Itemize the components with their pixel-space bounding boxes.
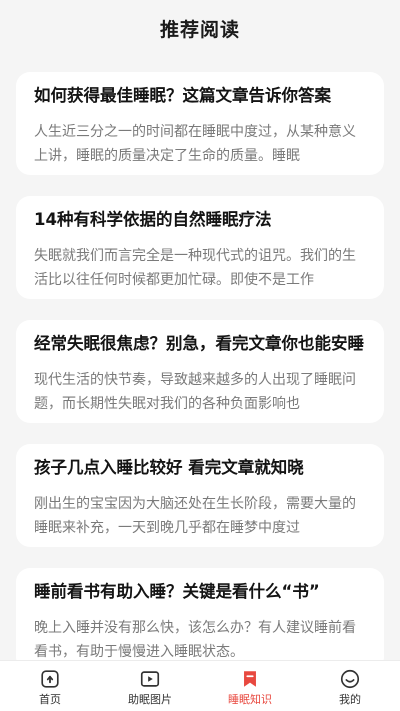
article-title: 孩子几点入睡比较好 看完文章就知晓 bbox=[34, 458, 304, 477]
tab-label: 首页 bbox=[39, 693, 61, 706]
article-list[interactable]: 如何获得最佳睡眠？这篇文章告诉你答案 人生近三分之一的时间都在睡眠中度过，从某种… bbox=[0, 72, 400, 660]
article-card[interactable]: 14种有科学依据的自然睡眠疗法 失眠就我们而言完全是一种现代式的诅咒。我们的生活… bbox=[16, 196, 384, 299]
tab-label: 我的 bbox=[339, 693, 361, 706]
home-icon bbox=[41, 670, 59, 688]
article-title: 如何获得最佳睡眠？这篇文章告诉你答案 bbox=[34, 86, 331, 105]
play-icon bbox=[140, 671, 160, 687]
tab-sleep-images[interactable]: 助眠图片 bbox=[100, 661, 200, 711]
bookmark-icon bbox=[244, 671, 256, 687]
article-summary: 晚上入睡并没有那么快，该怎么办？有人建议睡前看看书，有助于慢慢进入睡眠状态。 bbox=[34, 620, 356, 660]
article-title: 14种有科学依据的自然睡眠疗法 bbox=[34, 210, 272, 229]
smile-icon bbox=[340, 669, 360, 689]
article-title: 经常失眠很焦虑？别急，看完文章你也能安睡 bbox=[34, 334, 364, 353]
article-card[interactable]: 孩子几点入睡比较好 看完文章就知晓 刚出生的宝宝因为大脑还处在生长阶段，需要大量… bbox=[16, 444, 384, 547]
tab-profile[interactable]: 我的 bbox=[300, 661, 400, 711]
page-title: 推荐阅读 bbox=[159, 18, 240, 41]
tab-label: 助眠图片 bbox=[128, 693, 172, 706]
article-summary: 人生近三分之一的时间都在睡眠中度过，从某种意义上讲，睡眠的质量决定了生命的质量。… bbox=[34, 124, 356, 164]
article-title: 睡前看书有助入睡？关键是看什么“书” bbox=[34, 582, 320, 601]
article-summary: 现代生活的快节奏，导致越来越多的人出现了睡眠问题，而长期性失眠对我们的各种负面影… bbox=[34, 372, 356, 412]
article-card[interactable]: 如何获得最佳睡眠？这篇文章告诉你答案 人生近三分之一的时间都在睡眠中度过，从某种… bbox=[16, 72, 384, 175]
article-card[interactable]: 睡前看书有助入睡？关键是看什么“书” 晚上入睡并没有那么快，该怎么办？有人建议睡… bbox=[16, 568, 384, 660]
tab-sleep-knowledge[interactable]: 睡眠知识 bbox=[200, 661, 300, 711]
tab-home[interactable]: 首页 bbox=[0, 661, 100, 711]
article-summary: 失眠就我们而言完全是一种现代式的诅咒。我们的生活比以往任何时候都更加忙碌。即使不… bbox=[34, 248, 356, 288]
tab-label: 睡眠知识 bbox=[228, 693, 272, 706]
bottom-tab-bar: 首页 助眠图片 睡眠知识 我的 bbox=[0, 660, 400, 711]
page-header: 推荐阅读 bbox=[0, 0, 400, 56]
article-summary: 刚出生的宝宝因为大脑还处在生长阶段，需要大量的睡眠来补充，一天到晚几乎都在睡梦中… bbox=[34, 496, 356, 536]
article-card[interactable]: 经常失眠很焦虑？别急，看完文章你也能安睡 现代生活的快节奏，导致越来越多的人出现… bbox=[16, 320, 384, 423]
